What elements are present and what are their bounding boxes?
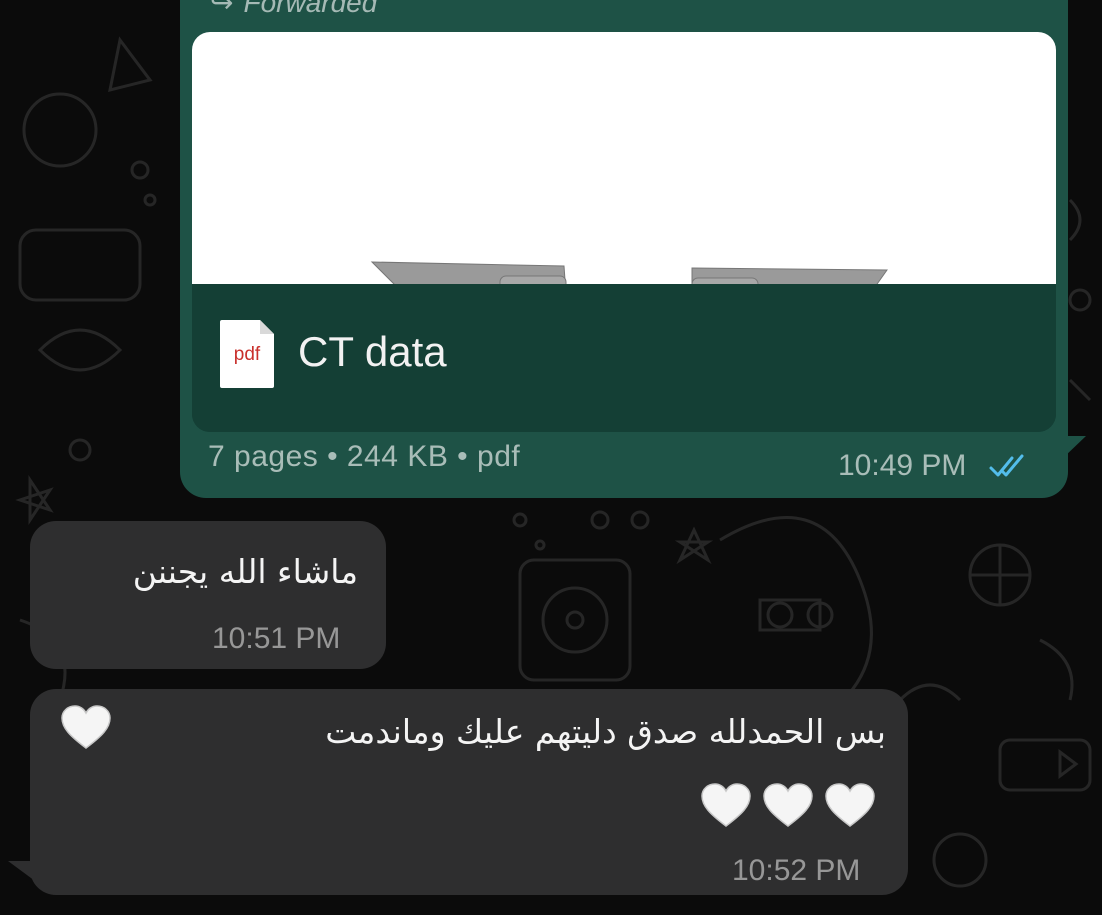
forwarded-text: Forwarded: [243, 0, 378, 18]
outgoing-bubble-tail: [1040, 436, 1086, 480]
white-heart-icon: [825, 783, 875, 827]
forward-arrow-icon: ↪: [210, 0, 234, 18]
incoming-bubble-tail: [8, 861, 54, 895]
document-file-name[interactable]: CT data: [298, 328, 447, 376]
document-meta: 7 pages • 244 KB • pdf: [208, 440, 521, 473]
document-info-bar[interactable]: pdf CT data: [192, 284, 1056, 432]
incoming-message-text: ماشاء الله يجننن: [132, 552, 358, 591]
pdf-file-icon-label: pdf: [233, 344, 261, 365]
forwarded-label: ↪ Forwarded: [210, 0, 377, 19]
incoming-message-time: 10:52 PM: [732, 854, 861, 887]
document-attachment[interactable]: pdf CT data: [192, 32, 1056, 432]
outgoing-message-time: 10:49 PM: [838, 449, 967, 482]
white-heart-icon: [763, 783, 813, 827]
double-check-read-icon: [989, 454, 1024, 477]
white-heart-icon: [61, 705, 111, 749]
pdf-file-icon: pdf: [218, 318, 276, 390]
incoming-message-time: 10:51 PM: [212, 622, 341, 655]
document-preview-image[interactable]: [192, 32, 1056, 294]
document-preview-drawing: [370, 261, 888, 294]
incoming-message-text: بس الحمدلله صدق دليتهم عليك وماندمت: [325, 712, 886, 751]
white-heart-icon: [701, 783, 751, 827]
